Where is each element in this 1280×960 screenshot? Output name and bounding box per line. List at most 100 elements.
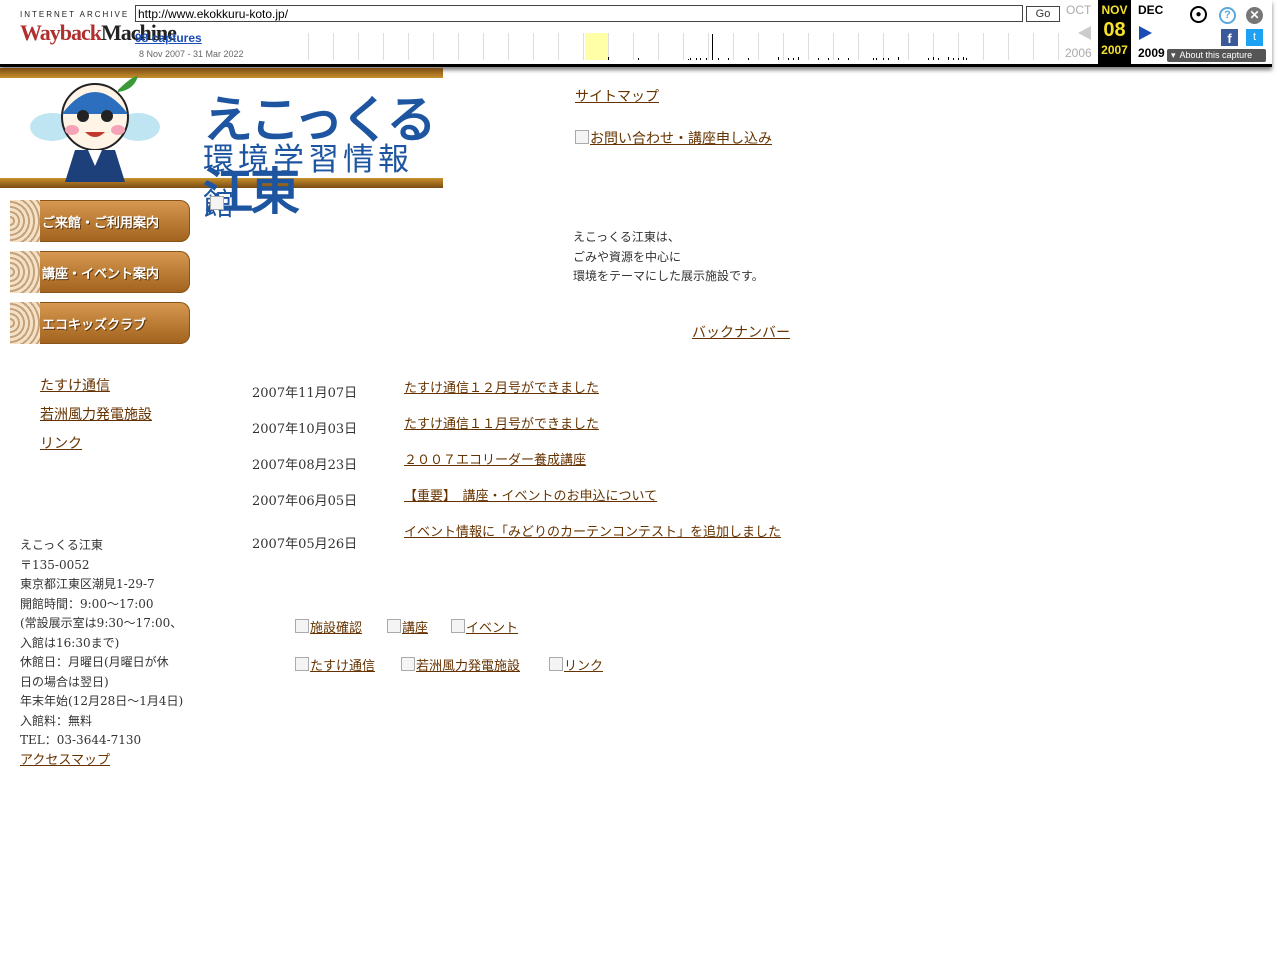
sparkline-current-year [585,33,609,60]
wayback-next-year[interactable]: 2009 [1138,46,1165,60]
help-icon[interactable]: ? [1219,7,1236,24]
backnumber-link[interactable]: バックナンバー [692,322,790,342]
sparkline-divider [633,33,634,60]
site-header-banner[interactable]: えこっくる江東 環境学習情報館 [0,68,443,223]
site-subtitle: 環境学習情報館 [203,142,413,223]
sidebar-item-tasuke[interactable]: たすけ通信 [40,375,110,395]
nav-button-visit-info[interactable]: ご来館・ご利用案内 [10,200,190,242]
broken-image-icon [401,657,415,671]
contact-link[interactable]: お問い合わせ・講座申し込み [575,128,772,148]
wayback-go-button[interactable]: Go [1026,6,1060,22]
sparkline-capture-tick [690,58,691,60]
facebook-icon[interactable]: f [1221,29,1238,46]
info-closed-2: 日の場合は翌日) [20,674,109,689]
wayback-prev-arrow-icon[interactable] [1078,26,1091,40]
broken-image-icon [549,657,563,671]
wayback-captures-link[interactable]: 98 captures [135,31,202,45]
news-title-link[interactable]: 【重要】 講座・イベントのお申込について [404,490,784,504]
sparkline-capture-tick [638,58,639,60]
sitemap-link[interactable]: サイトマップ [575,86,659,106]
sparkline-divider [883,33,884,60]
news-date: 2007年08月23日 [252,458,358,473]
facility-info: えこっくる江東 〒135-0052 東京都江東区潮見1-29-7 開館時間：9:… [20,536,185,770]
sparkline-capture-tick [696,58,697,60]
sparkline-capture-tick [933,57,934,60]
news-title-link[interactable]: イベント情報に「みどりのカーテンコンテスト」を追加しました [404,526,784,540]
access-map-link[interactable]: アクセスマップ [20,753,110,768]
sparkline-divider [483,33,484,60]
info-hours: 開館時間：9:00～17:00 [20,596,154,611]
wood-rings-icon [10,302,40,344]
sparkline-divider [1008,33,1009,60]
sparkline-divider [308,33,309,60]
sparkline-capture-tick [958,58,959,60]
sparkline-capture-tick [898,57,899,60]
intro-line-1: えこっくる江東は、 [573,230,680,244]
footer-link-course[interactable]: 講座 [387,617,428,636]
sparkline-capture-tick [793,58,794,60]
sparkline-divider [458,33,459,60]
news-title-link[interactable]: たすけ通信１１月号ができました [404,418,784,432]
news-title-link[interactable]: ２００７エコリーダー養成講座 [404,454,784,468]
chevron-down-icon: ▾ [1171,50,1176,60]
news-title-link[interactable]: たすけ通信１２月号ができました [404,382,784,396]
sidebar-item-wind-power[interactable]: 若洲風力発電施設 [40,404,152,424]
sparkline-capture-tick [700,58,701,60]
sparkline-capture-tick [728,58,729,60]
nav-button-label: エコキッズクラブ [42,318,147,333]
sparkline-divider [608,33,609,60]
footer-link-tasuke[interactable]: たすけ通信 [295,655,375,674]
footer-link-links[interactable]: リンク [549,655,603,674]
sparkline-capture-tick [838,58,839,60]
sparkline-capture-tick [963,57,964,60]
wayback-toolbar: INTERNET ARCHIVE WaybackMachine Go 98 ca… [0,0,1272,67]
sparkline-divider [733,33,734,60]
broken-image-icon [451,619,465,633]
footer-link-label: 施設確認 [310,621,363,636]
sparkline-divider [408,33,409,60]
wayback-url-input[interactable] [135,5,1023,22]
info-tel: TEL：03-3644-7130 [20,733,142,747]
wood-rings-icon [10,200,40,242]
sparkline-divider [958,33,959,60]
sidebar-item-links[interactable]: リンク [40,433,82,453]
broken-image-icon [387,619,401,633]
footer-link-event[interactable]: イベント [451,617,518,636]
about-capture-label: About this capture [1179,50,1253,60]
wayback-next-month[interactable]: DEC [1138,3,1163,17]
sparkline-capture-tick [748,58,749,60]
sparkline-divider [983,33,984,60]
sparkline-capture-tick [938,58,939,60]
nav-button-ecokids[interactable]: エコキッズクラブ [10,302,190,344]
sparkline-divider [808,33,809,60]
footer-link-wind-power[interactable]: 若洲風力発電施設 [401,655,520,674]
wayback-prev-month[interactable]: OCT [1066,3,1091,17]
about-capture-button[interactable]: ▾ About this capture [1167,49,1266,62]
footer-link-label: 若洲風力発電施設 [416,659,521,674]
info-zip: 〒135-0052 [20,557,90,572]
sparkline-capture-tick [712,34,713,60]
wayback-sparkline[interactable] [308,33,1060,60]
sparkline-divider [433,33,434,60]
news-date: 2007年05月26日 [252,537,358,552]
wayback-next-arrow-icon[interactable] [1139,26,1152,40]
wayback-prev-year[interactable]: 2006 [1065,46,1092,60]
sparkline-capture-tick [883,58,884,60]
sparkline-capture-tick [798,57,799,60]
nav-button-events[interactable]: 講座・イベント案内 [10,251,190,293]
broken-image-icon [575,130,589,144]
footer-link-label: たすけ通信 [310,659,376,674]
wayback-current-year: 2007 [1101,43,1128,57]
sparkline-divider [908,33,909,60]
intro-line-2: ごみや資源を中心に [573,249,682,264]
footer-link-facility[interactable]: 施設確認 [295,617,362,636]
sparkline-divider [708,33,709,60]
user-icon[interactable]: ● [1190,6,1207,23]
twitter-icon[interactable]: t [1246,29,1263,46]
sparkline-capture-tick [778,57,779,60]
sparkline-capture-tick [848,58,849,60]
sparkline-capture-tick [718,58,719,60]
close-icon[interactable]: ✕ [1246,7,1263,24]
nav-button-label: 講座・イベント案内 [42,267,160,282]
sparkline-divider [858,33,859,60]
